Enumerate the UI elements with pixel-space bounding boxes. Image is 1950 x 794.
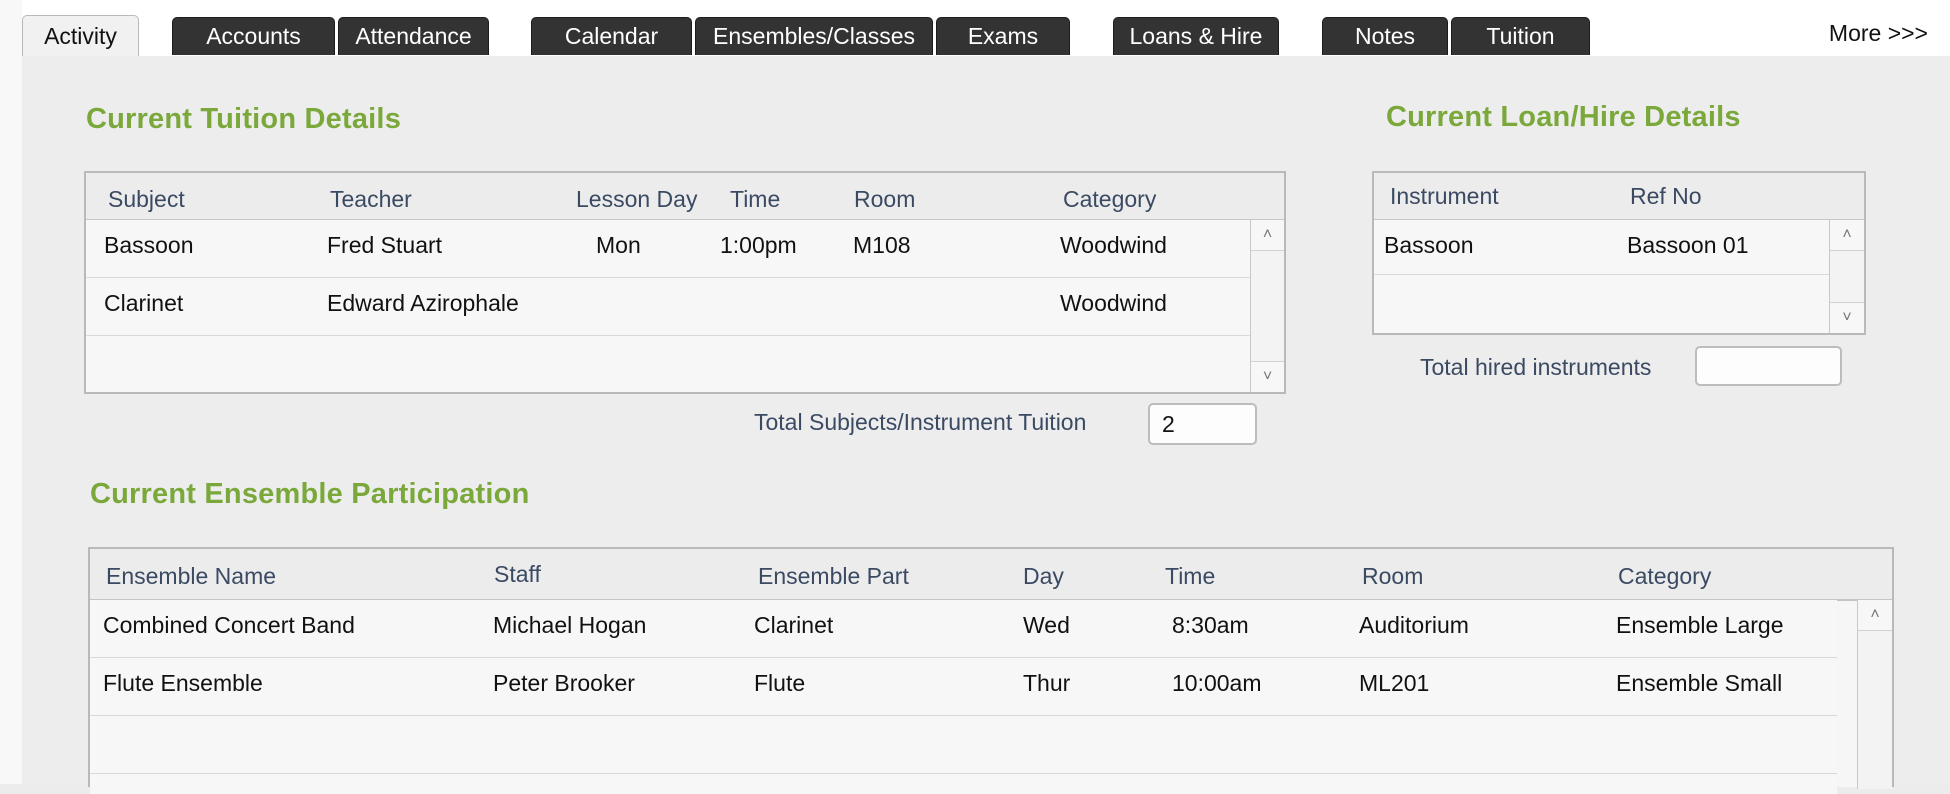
table-row-empty[interactable] — [1374, 275, 1832, 333]
tab-bar: Activity Accounts Attendance Calendar En… — [22, 0, 1950, 57]
cell-teacher: Edward Azirophale — [327, 290, 519, 316]
total-tuition-field[interactable]: 2 — [1148, 403, 1257, 445]
column-header-lesson-day[interactable]: Lesson Day — [576, 186, 697, 213]
table-row[interactable]: Bassoon Bassoon 01 — [1374, 220, 1832, 275]
column-header-category[interactable]: Category — [1063, 186, 1156, 213]
cell-ref-no: Bassoon 01 — [1627, 232, 1749, 258]
total-tuition-label: Total Subjects/Instrument Tuition — [754, 409, 1087, 435]
cell-day: Thur — [1023, 670, 1071, 696]
chevron-up-icon[interactable]: ˄ — [1251, 220, 1284, 251]
cell-instrument: Bassoon — [1384, 232, 1474, 258]
cell-lesson-day: Mon — [596, 232, 641, 258]
cell-room: M108 — [853, 232, 911, 258]
cell-ensemble-name: Combined Concert Band — [103, 612, 355, 638]
tab-ensembles-classes[interactable]: Ensembles/Classes — [695, 17, 933, 55]
table-row[interactable]: Bassoon Fred Stuart Mon 1:00pm M108 Wood… — [86, 220, 1251, 278]
cell-teacher: Fred Stuart — [327, 232, 443, 258]
cell-staff: Michael Hogan — [493, 612, 647, 638]
tab-accounts[interactable]: Accounts — [172, 17, 335, 55]
left-margin-strip — [0, 0, 23, 784]
cell-room: Auditorium — [1359, 612, 1469, 638]
loan-rows: Bassoon Bassoon 01 — [1374, 220, 1832, 333]
cell-category: Ensemble Large — [1616, 612, 1784, 638]
cell-time: 10:00am — [1172, 670, 1262, 696]
ensemble-table: Ensemble Name Staff Ensemble Part Day Ti… — [88, 547, 1894, 794]
cell-room: ML201 — [1359, 670, 1430, 696]
tab-activity[interactable]: Activity — [22, 15, 139, 57]
column-header-instrument[interactable]: Instrument — [1390, 183, 1499, 210]
tab-attendance[interactable]: Attendance — [338, 17, 489, 55]
total-hired-label: Total hired instruments — [1420, 354, 1652, 380]
cell-time: 8:30am — [1172, 612, 1249, 638]
cell-category: Ensemble Small — [1616, 670, 1783, 696]
column-header-category[interactable]: Category — [1618, 563, 1711, 590]
column-header-room[interactable]: Room — [1362, 563, 1423, 590]
loan-section-title: Current Loan/Hire Details — [1386, 101, 1741, 133]
column-header-time[interactable]: Time — [1165, 563, 1215, 590]
cell-time: 1:00pm — [720, 232, 797, 258]
column-header-ensemble-name[interactable]: Ensemble Name — [106, 563, 276, 590]
loan-table: Instrument Ref No Bassoon Bassoon 01 ˄ ˅ — [1372, 171, 1866, 335]
ensemble-table-header: Ensemble Name Staff Ensemble Part Day Ti… — [90, 549, 1892, 601]
tuition-table: Subject Teacher Lesson Day Time Room Cat… — [84, 171, 1286, 394]
tuition-rows: Bassoon Fred Stuart Mon 1:00pm M108 Wood… — [86, 220, 1251, 392]
column-header-ensemble-part[interactable]: Ensemble Part — [758, 563, 909, 590]
ensemble-rows: Combined Concert Band Michael Hogan Clar… — [90, 600, 1837, 794]
column-header-time[interactable]: Time — [730, 186, 780, 213]
column-header-staff[interactable]: Staff — [494, 561, 541, 588]
cell-staff: Peter Brooker — [493, 670, 635, 696]
ensemble-scrollbar[interactable]: ˄ — [1857, 600, 1892, 789]
tab-loans-hire[interactable]: Loans & Hire — [1113, 17, 1279, 55]
tuition-scrollbar[interactable]: ˄ ˅ — [1250, 220, 1284, 392]
column-header-day[interactable]: Day — [1023, 563, 1064, 590]
cell-ensemble-name: Flute Ensemble — [103, 670, 263, 696]
tab-exams[interactable]: Exams — [936, 17, 1070, 55]
more-tabs-link[interactable]: More >>> — [1829, 20, 1928, 47]
table-row-empty[interactable] — [86, 336, 1251, 392]
tab-tuition[interactable]: Tuition — [1451, 17, 1590, 55]
table-row[interactable]: Clarinet Edward Azirophale Woodwind — [86, 278, 1251, 336]
chevron-down-icon[interactable]: ˅ — [1251, 361, 1284, 392]
total-hired-field[interactable] — [1695, 346, 1842, 386]
chevron-up-icon[interactable]: ˄ — [1858, 600, 1892, 631]
table-row[interactable]: Combined Concert Band Michael Hogan Clar… — [90, 600, 1837, 658]
cell-ensemble-part: Flute — [754, 670, 806, 696]
loan-scrollbar[interactable]: ˄ ˅ — [1829, 220, 1864, 333]
chevron-down-icon[interactable]: ˅ — [1830, 302, 1864, 333]
tab-calendar[interactable]: Calendar — [531, 17, 692, 55]
cell-ensemble-part: Clarinet — [754, 612, 834, 638]
tuition-section-title: Current Tuition Details — [86, 103, 402, 135]
tuition-table-header: Subject Teacher Lesson Day Time Room Cat… — [86, 173, 1284, 221]
chevron-up-icon[interactable]: ˄ — [1830, 220, 1864, 251]
cell-subject: Clarinet — [104, 290, 184, 316]
column-header-subject[interactable]: Subject — [108, 186, 185, 213]
cell-day: Wed — [1023, 612, 1070, 638]
table-row-empty[interactable] — [90, 716, 1837, 774]
activity-panel: Current Tuition Details Subject Teacher … — [22, 56, 1950, 794]
table-row-empty[interactable] — [90, 774, 1837, 794]
table-row[interactable]: Flute Ensemble Peter Brooker Flute Thur … — [90, 658, 1837, 716]
column-header-room[interactable]: Room — [854, 186, 915, 213]
cell-category: Woodwind — [1060, 290, 1167, 316]
cell-subject: Bassoon — [104, 232, 194, 258]
cell-category: Woodwind — [1060, 232, 1167, 258]
ensemble-section-title: Current Ensemble Participation — [90, 478, 530, 510]
loan-table-header: Instrument Ref No — [1374, 173, 1864, 221]
column-header-teacher[interactable]: Teacher — [330, 186, 412, 213]
column-header-ref-no[interactable]: Ref No — [1630, 183, 1702, 210]
tab-notes[interactable]: Notes — [1322, 17, 1448, 55]
